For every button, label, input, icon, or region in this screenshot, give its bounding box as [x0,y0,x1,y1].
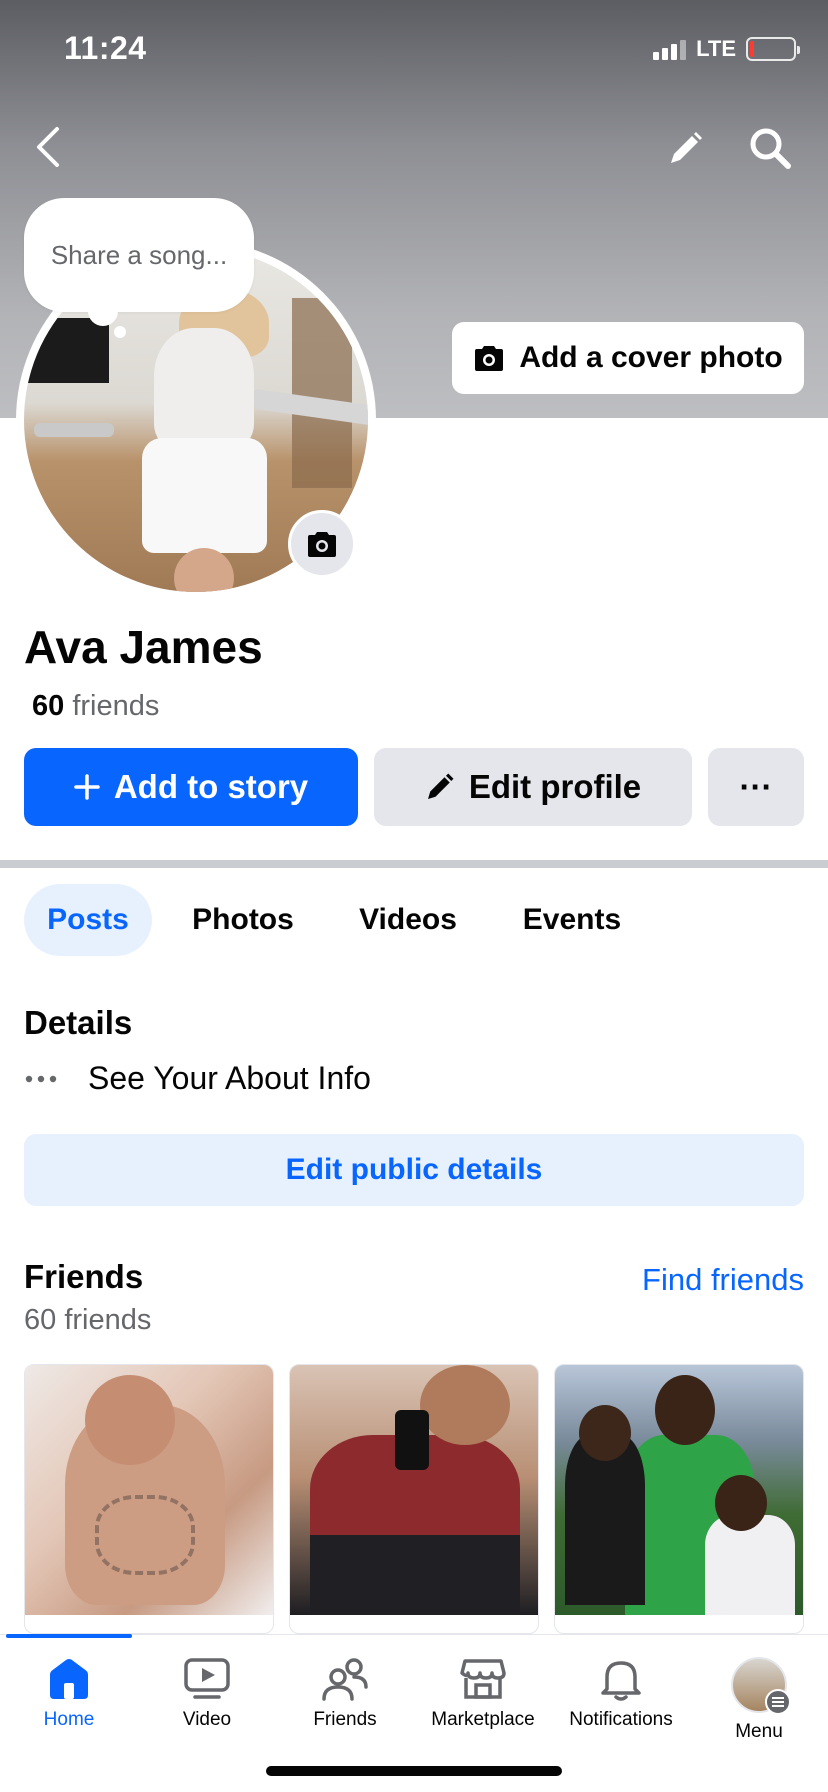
nav-video[interactable]: Video [138,1657,276,1731]
nav-notifications[interactable]: Notifications [552,1657,690,1731]
tab-videos[interactable]: Videos [334,884,482,956]
edit-public-details-label: Edit public details [285,1153,543,1186]
status-indicators: LTE [653,36,800,62]
friend-card[interactable] [554,1364,804,1634]
tab-events[interactable]: Events [482,884,662,956]
search-button[interactable] [744,122,796,174]
friend-card[interactable] [24,1364,274,1634]
see-about-info-row[interactable]: See Your About Info [24,1060,371,1097]
tab-posts[interactable]: Posts [24,884,152,956]
pencil-icon [671,132,702,163]
marketplace-icon [460,1659,506,1699]
profile-name: Ava James [24,621,263,673]
add-to-story-button[interactable]: Add to story [24,748,358,826]
menu-icon [765,1689,791,1715]
friend-photo [25,1365,273,1615]
friends-title: Friends [24,1258,144,1295]
more-icon: ··· [739,768,773,805]
friends-count[interactable]: 60 friends [32,690,159,723]
nav-friends[interactable]: Friends [276,1657,414,1731]
friends-icon [322,1658,368,1701]
profile-tabs: Posts Photos Videos Events [24,884,662,956]
details-title: Details [24,1004,133,1041]
video-icon [184,1658,230,1699]
bubble-tail [88,296,118,326]
share-song-placeholder: Share a song... [50,239,228,270]
friends-count-label: friends [72,690,160,722]
section-divider [0,860,828,868]
nav-home[interactable]: Home [0,1657,138,1731]
edit-pencil-button[interactable] [660,124,710,174]
nav-menu-label: Menu [735,1721,783,1742]
camera-icon [308,532,336,557]
signal-icon [653,38,687,60]
battery-icon [746,37,800,61]
nav-video-label: Video [182,1709,232,1730]
search-icon [750,128,791,169]
home-icon [50,1659,88,1699]
more-options-button[interactable]: ··· [708,748,804,826]
nav-marketplace[interactable]: Marketplace [414,1657,552,1731]
nav-notifications-label: Notifications [569,1709,673,1730]
network-label: LTE [696,36,736,61]
camera-icon [475,346,504,371]
nav-marketplace-label: Marketplace [431,1709,535,1730]
friends-count-number: 60 [32,690,65,722]
update-profile-picture-button[interactable] [288,510,356,578]
friend-photo [290,1365,538,1615]
more-horizontal-icon [25,1075,57,1082]
see-about-info-label: See Your About Info [88,1060,371,1096]
bell-icon [601,1661,641,1701]
edit-profile-label: Edit profile [468,768,642,805]
add-cover-photo-label: Add a cover photo [519,341,783,374]
chevron-left-icon [37,127,59,167]
back-button[interactable] [28,122,68,172]
tab-photos[interactable]: Photos [152,884,334,956]
find-friends-link[interactable]: Find friends [642,1262,804,1298]
add-to-story-label: Add to story [113,768,309,805]
home-indicator [266,1766,562,1776]
friends-subtitle: 60 friends [24,1304,152,1336]
friend-card[interactable] [289,1364,539,1634]
nav-home-label: Home [43,1709,95,1730]
bubble-tail-small [114,326,126,338]
active-tab-indicator [6,1634,132,1638]
avatar [731,1657,791,1715]
friend-photo [555,1365,803,1615]
edit-profile-button[interactable]: Edit profile [374,748,692,826]
nav-menu[interactable]: Menu [690,1657,828,1743]
status-time: 11:24 [64,30,147,66]
pencil-icon [427,773,454,799]
nav-friends-label: Friends [313,1709,377,1730]
add-cover-photo-button[interactable]: Add a cover photo [452,322,804,394]
edit-public-details-button[interactable]: Edit public details [24,1134,804,1206]
share-song-bubble[interactable]: Share a song... [24,198,254,312]
plus-icon [74,774,100,800]
